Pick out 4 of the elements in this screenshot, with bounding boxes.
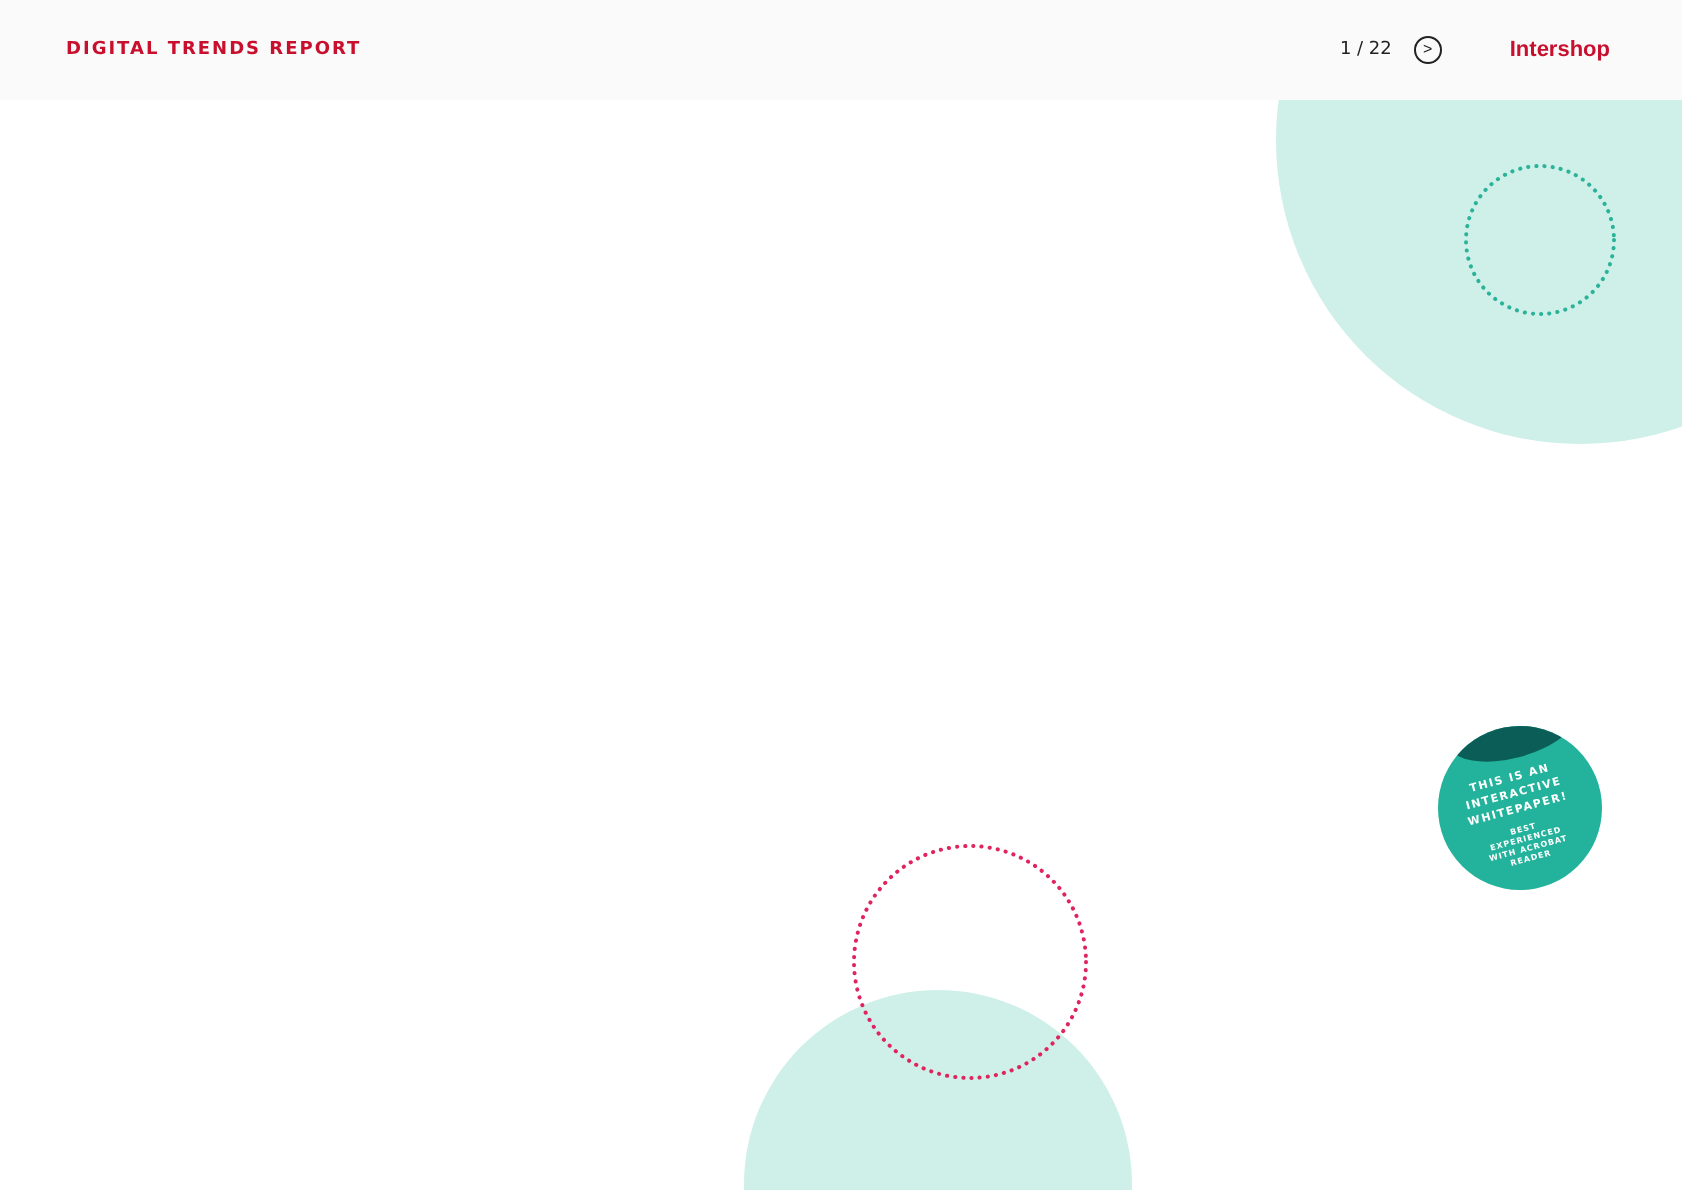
logo: Intershop	[1509, 38, 1610, 62]
report-title: DIGITAL TRENDS REPORT	[66, 40, 362, 60]
page-counter: 1 / 22	[1339, 40, 1392, 60]
next-page-button[interactable]: >	[1413, 36, 1442, 64]
